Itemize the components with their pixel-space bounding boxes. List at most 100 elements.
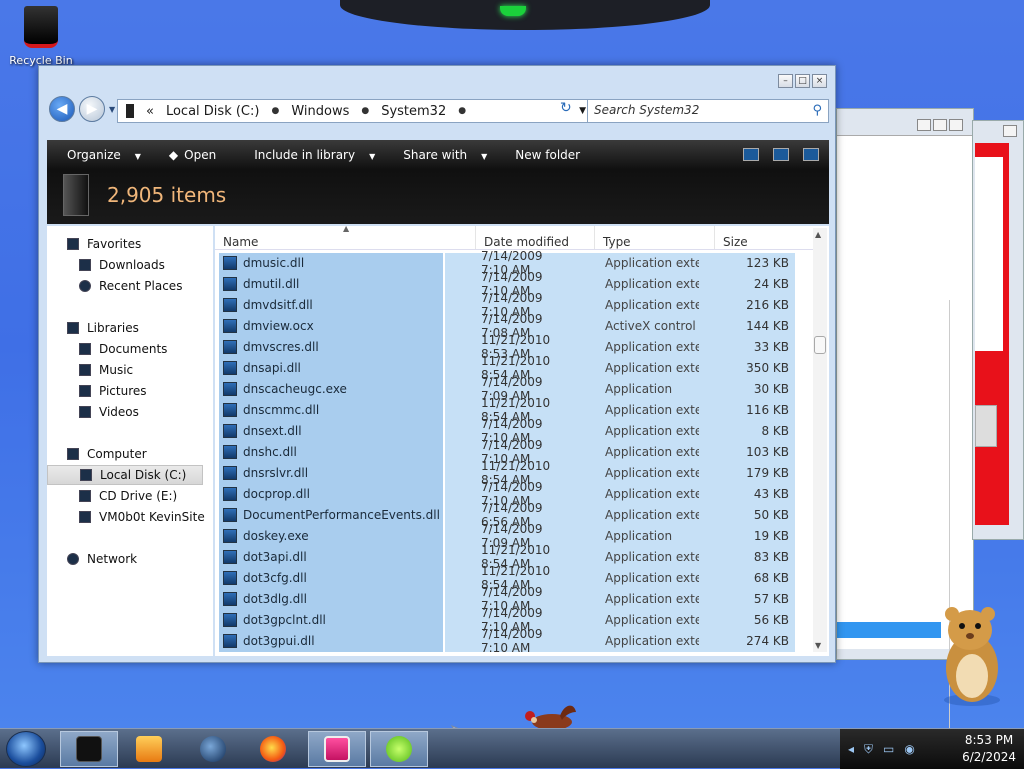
column-type[interactable]: Type bbox=[595, 226, 715, 249]
red-app-icon bbox=[324, 736, 350, 762]
search-input[interactable]: Search System32 ⚲ bbox=[587, 99, 829, 123]
sidebar-item-cd-drive[interactable]: CD Drive (E:) bbox=[79, 486, 177, 506]
file-name-cell[interactable]: dot3dlg.dll bbox=[219, 588, 445, 610]
change-view-icon[interactable] bbox=[743, 148, 759, 161]
file-details[interactable]: 7/14/2009 7:10 AM Application extens... 27… bbox=[445, 627, 795, 655]
close-button[interactable] bbox=[1003, 125, 1017, 137]
clock[interactable]: 8:53 PM 6/2/2024 bbox=[962, 732, 1016, 766]
search-icon[interactable]: ⚲ bbox=[812, 103, 822, 118]
breadcrumb-system32[interactable]: System32 bbox=[381, 104, 446, 119]
file-type: Application extens... bbox=[605, 508, 699, 522]
file-name-cell[interactable]: dot3gpclnt.dll bbox=[219, 609, 445, 631]
address-dropdown-icon[interactable]: ▼ bbox=[579, 106, 586, 116]
file-name-cell[interactable]: dnsapi.dll bbox=[219, 357, 445, 379]
close-button[interactable] bbox=[949, 119, 963, 131]
file-name-cell[interactable]: dmvscres.dll bbox=[219, 336, 445, 358]
preview-pane-icon[interactable] bbox=[773, 148, 789, 161]
file-name-cell[interactable]: doskey.exe bbox=[219, 525, 445, 547]
file-name-cell[interactable]: dmvdsitf.dll bbox=[219, 294, 445, 316]
file-name-cell[interactable]: dnsrslvr.dll bbox=[219, 462, 445, 484]
sidebar-item-network-share[interactable]: VM0b0t KevinSite bbox=[79, 507, 205, 527]
column-date-modified[interactable]: Date modified bbox=[476, 226, 595, 249]
sidebar-item-documents[interactable]: Documents bbox=[79, 339, 167, 359]
open-button[interactable]: ◆ Open bbox=[151, 148, 226, 162]
scroll-up-icon[interactable]: ▲ bbox=[815, 230, 821, 239]
sidebar-item-pictures[interactable]: Pictures bbox=[79, 381, 147, 401]
breadcrumb-separator[interactable]: ● bbox=[271, 106, 279, 116]
sidebar-item-downloads[interactable]: Downloads bbox=[79, 255, 165, 275]
hard-drive-icon bbox=[80, 469, 92, 481]
file-row[interactable]: dot3gpui.dll 7/14/2009 7:10 AM Application… bbox=[219, 627, 795, 655]
taskbar-firefox[interactable] bbox=[244, 731, 302, 767]
file-name-cell[interactable]: dmusic.dll bbox=[219, 252, 445, 274]
title-bar: – □ × ◀ ▶ ▼ « Local Disk (C:) ● Windows … bbox=[39, 66, 835, 136]
minimize-button[interactable] bbox=[917, 119, 931, 131]
file-name-cell[interactable]: dmutil.dll bbox=[219, 273, 445, 295]
sidebar-item-favorites[interactable]: Favorites bbox=[67, 234, 141, 254]
help-icon[interactable] bbox=[803, 148, 819, 161]
sidebar-item-recent-places[interactable]: Recent Places bbox=[79, 276, 182, 296]
taskbar-globe[interactable] bbox=[184, 731, 242, 767]
sidebar-item-network[interactable]: Network bbox=[67, 549, 137, 569]
taskbar-app-red[interactable] bbox=[308, 731, 366, 767]
file-type: Application extens... bbox=[605, 340, 699, 354]
taskbar-media-player[interactable] bbox=[120, 731, 178, 767]
vertical-scrollbar[interactable]: ▲ ▼ bbox=[813, 228, 827, 652]
background-window[interactable] bbox=[836, 108, 974, 740]
side-button[interactable] bbox=[975, 405, 997, 447]
back-button[interactable]: ◀ bbox=[49, 96, 75, 122]
scroll-thumb[interactable] bbox=[814, 336, 826, 354]
breadcrumb-separator[interactable]: ● bbox=[458, 106, 466, 116]
recycle-bin-icon[interactable]: Recycle Bin bbox=[6, 6, 76, 67]
sidebar-item-local-disk[interactable]: Local Disk (C:) bbox=[47, 465, 203, 485]
breadcrumb-windows[interactable]: Windows bbox=[291, 104, 349, 119]
file-name-cell[interactable]: docprop.dll bbox=[219, 483, 445, 505]
organize-button[interactable]: Organize ▼ bbox=[47, 148, 141, 162]
start-button[interactable] bbox=[6, 731, 46, 767]
minimize-button[interactable]: – bbox=[778, 74, 793, 88]
column-size[interactable]: Size bbox=[715, 226, 795, 249]
file-name: dnsext.dll bbox=[243, 424, 302, 438]
taskbar-app-green[interactable] bbox=[370, 731, 428, 767]
navigation-pane: Favorites Downloads Recent Places Librar… bbox=[47, 226, 213, 656]
taskbar-explorer[interactable] bbox=[60, 731, 118, 767]
selected-list-row[interactable] bbox=[837, 622, 941, 638]
include-in-library-button[interactable]: Include in library ▼ bbox=[236, 148, 375, 162]
close-button[interactable]: × bbox=[812, 74, 827, 88]
recent-pages-chevron-icon[interactable]: ▼ bbox=[109, 105, 115, 114]
breadcrumb-local-disk[interactable]: Local Disk (C:) bbox=[166, 104, 259, 119]
file-name-cell[interactable]: dot3gpui.dll bbox=[219, 630, 445, 652]
share-with-button[interactable]: Share with ▼ bbox=[385, 148, 487, 162]
file-name-cell[interactable]: dot3cfg.dll bbox=[219, 567, 445, 589]
volume-icon[interactable]: ◉ bbox=[904, 742, 914, 757]
shield-icon[interactable]: ⛨ bbox=[864, 742, 873, 757]
background-window-2[interactable] bbox=[972, 120, 1024, 540]
sidebar-item-music[interactable]: Music bbox=[79, 360, 133, 380]
expand-tray-icon[interactable]: ◂ bbox=[848, 742, 854, 757]
address-bar[interactable]: « Local Disk (C:) ● Windows ● System32 ●… bbox=[117, 99, 591, 123]
file-name-cell[interactable]: dnshc.dll bbox=[219, 441, 445, 463]
chevrons-icon[interactable]: « bbox=[146, 104, 154, 119]
file-name-cell[interactable]: dnscacheugc.exe bbox=[219, 378, 445, 400]
music-icon bbox=[79, 364, 91, 376]
sidebar-item-libraries[interactable]: Libraries bbox=[67, 318, 139, 338]
file-name-cell[interactable]: dnsext.dll bbox=[219, 420, 445, 442]
file-name: dnshc.dll bbox=[243, 445, 297, 459]
refresh-icon[interactable]: ↻ bbox=[560, 100, 572, 116]
file-name-cell[interactable]: dot3api.dll bbox=[219, 546, 445, 568]
sidebar-item-computer[interactable]: Computer bbox=[67, 444, 147, 464]
documents-icon bbox=[79, 343, 91, 355]
sidebar-item-videos[interactable]: Videos bbox=[79, 402, 139, 422]
breadcrumb-separator[interactable]: ● bbox=[361, 106, 369, 116]
file-name-cell[interactable]: DocumentPerformanceEvents.dll bbox=[219, 504, 445, 526]
network-icon[interactable]: ▭ bbox=[883, 742, 894, 757]
forward-button[interactable]: ▶ bbox=[79, 96, 105, 122]
file-type: Application extens... bbox=[605, 298, 699, 312]
maximize-button[interactable] bbox=[933, 119, 947, 131]
green-app-icon bbox=[386, 736, 412, 762]
file-name-cell[interactable]: dmview.ocx bbox=[219, 315, 445, 337]
scroll-down-icon[interactable]: ▼ bbox=[815, 641, 821, 650]
file-name-cell[interactable]: dnscmmc.dll bbox=[219, 399, 445, 421]
maximize-button[interactable]: □ bbox=[795, 74, 810, 88]
new-folder-button[interactable]: New folder bbox=[497, 148, 590, 162]
